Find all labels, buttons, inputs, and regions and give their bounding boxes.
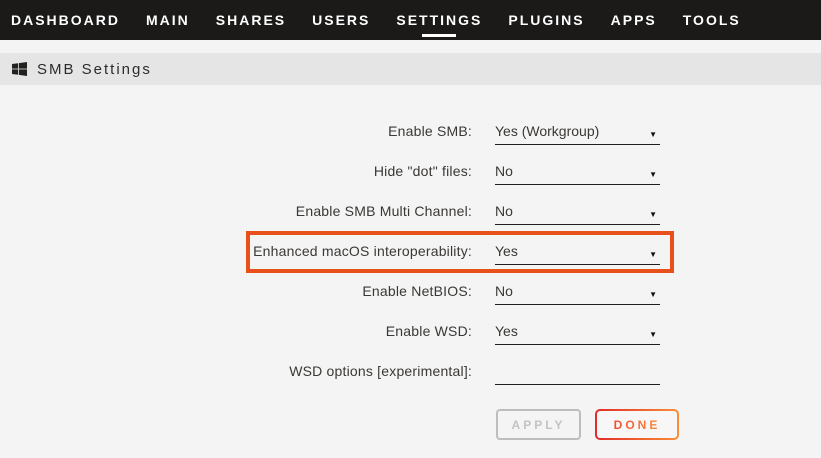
nav-header-gap [0,40,821,53]
select-value: No [495,203,513,219]
wsd-options-input[interactable] [495,351,660,385]
macos-interop-select[interactable]: Yes ▼ [495,231,660,265]
page-title: SMB Settings [37,61,152,78]
form-row-hide-dot-files: Hide "dot" files: No ▼ [0,151,821,191]
nav-item-users[interactable]: USERS [312,12,370,28]
field-label: Enhanced macOS interoperability: [0,231,472,271]
form-actions: APPLY DONE [496,409,821,440]
hide-dot-files-select[interactable]: No ▼ [495,151,660,185]
nav-item-dashboard[interactable]: DASHBOARD [11,12,120,28]
done-button-face: DONE [597,411,677,438]
smb-settings-form: Enable SMB: Yes (Workgroup) ▼ Hide "dot"… [0,85,821,440]
caret-down-icon: ▼ [649,207,657,223]
form-row-wsd-options: WSD options [experimental]: [0,351,821,391]
wsd-select[interactable]: Yes ▼ [495,311,660,345]
caret-down-icon: ▼ [649,287,657,303]
form-row-wsd: Enable WSD: Yes ▼ [0,311,821,351]
enable-smb-select[interactable]: Yes (Workgroup) ▼ [495,111,660,145]
form-row-smb-multichannel: Enable SMB Multi Channel: No ▼ [0,191,821,231]
field-label: Enable WSD: [0,311,472,351]
done-button[interactable]: DONE [595,409,679,440]
form-row-netbios: Enable NetBIOS: No ▼ [0,271,821,311]
smb-multichannel-select[interactable]: No ▼ [495,191,660,225]
top-nav: DASHBOARD MAIN SHARES USERS SETTINGS PLU… [0,0,821,40]
caret-down-icon: ▼ [649,127,657,143]
nav-item-settings[interactable]: SETTINGS [396,12,482,28]
select-value: No [495,283,513,299]
field-label: Hide "dot" files: [0,151,472,191]
select-value: No [495,163,513,179]
select-value: Yes [495,243,518,259]
form-row-macos-interop: Enhanced macOS interoperability: Yes ▼ [0,231,821,271]
form-row-enable-smb: Enable SMB: Yes (Workgroup) ▼ [0,111,821,151]
field-label: Enable SMB Multi Channel: [0,191,472,231]
nav-item-main[interactable]: MAIN [146,12,190,28]
field-label: Enable NetBIOS: [0,271,472,311]
caret-down-icon: ▼ [649,167,657,183]
field-label: WSD options [experimental]: [0,351,472,391]
windows-icon [12,62,27,76]
field-label: Enable SMB: [0,111,472,151]
apply-button[interactable]: APPLY [496,409,581,440]
nav-item-plugins[interactable]: PLUGINS [508,12,584,28]
select-value: Yes [495,323,518,339]
nav-item-shares[interactable]: SHARES [216,12,286,28]
done-button-label: DONE [614,418,661,432]
nav-item-apps[interactable]: APPS [611,12,657,28]
netbios-select[interactable]: No ▼ [495,271,660,305]
nav-item-tools[interactable]: TOOLS [683,12,741,28]
caret-down-icon: ▼ [649,327,657,343]
select-value: Yes (Workgroup) [495,123,599,139]
page-header-bar: SMB Settings [0,53,821,85]
caret-down-icon: ▼ [649,247,657,263]
